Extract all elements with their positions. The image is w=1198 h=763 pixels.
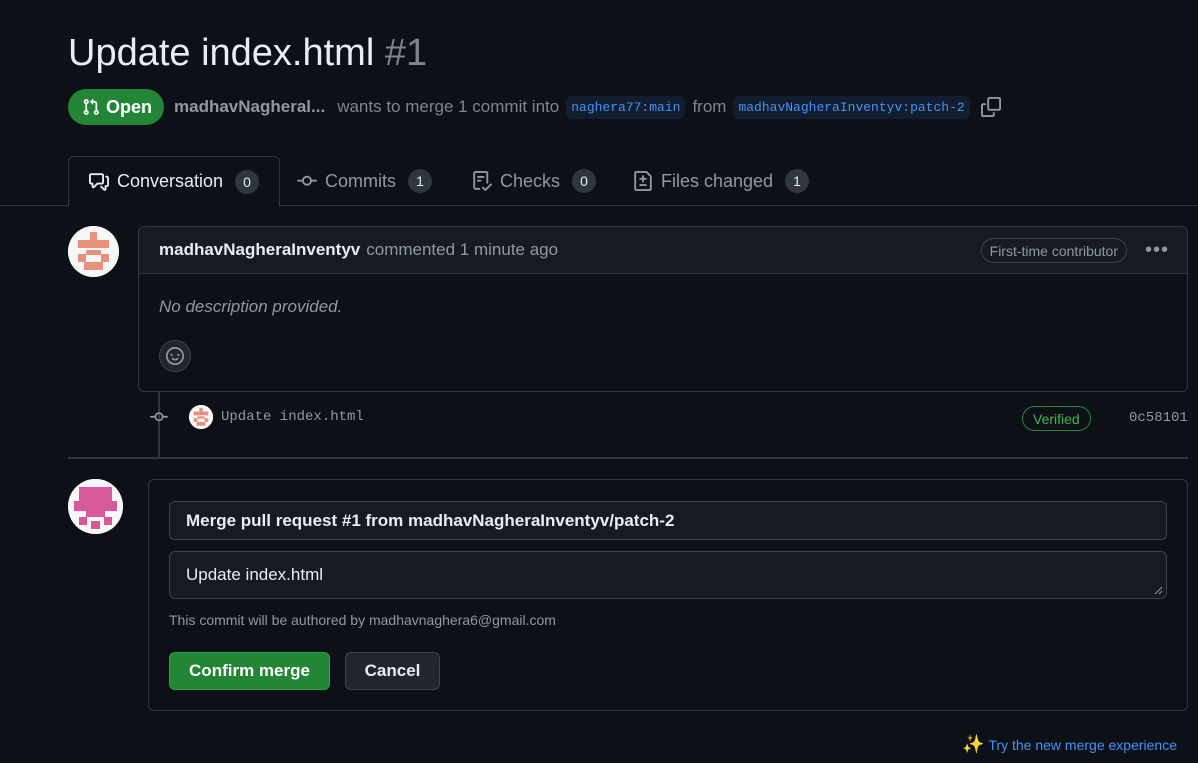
pr-author-link[interactable]: madhavNagheral... bbox=[174, 97, 325, 117]
tab-conversation-label: Conversation bbox=[117, 171, 224, 191]
try-new-merge-experience-link[interactable]: ✨ Try the new merge experience bbox=[962, 734, 1177, 755]
pr-description-comment: madhavNagheraInventyv commented 1 minute… bbox=[138, 226, 1188, 392]
status-badge: Open bbox=[68, 89, 165, 125]
comment-discussion-icon bbox=[89, 172, 109, 191]
commit-author-avatar[interactable] bbox=[189, 405, 213, 429]
cancel-button[interactable]: Cancel bbox=[345, 652, 440, 690]
commit-sha-link[interactable]: 0c58101 bbox=[1129, 410, 1188, 426]
copy-icon[interactable] bbox=[980, 97, 1001, 117]
identicon-avatar bbox=[68, 479, 123, 534]
tab-conversation[interactable]: Conversation 0 bbox=[68, 156, 281, 207]
avatar[interactable] bbox=[68, 479, 123, 534]
merge-commit-message-text: Update index.html bbox=[186, 565, 324, 584]
comment-author[interactable]: madhavNagheraInventyv bbox=[159, 240, 360, 260]
merge-commit-title-input[interactable]: Merge pull request #1 from madhavNaghera… bbox=[169, 501, 1167, 540]
pr-number: #1 bbox=[384, 32, 428, 74]
commit-message-link[interactable]: Update index.html bbox=[221, 409, 364, 425]
file-diff-icon bbox=[634, 171, 652, 191]
git-commit-icon bbox=[297, 175, 317, 186]
kebab-horizontal-icon[interactable]: ••• bbox=[1145, 239, 1169, 262]
comment-body: No description provided. bbox=[159, 297, 343, 316]
tab-checks-count: 0 bbox=[572, 169, 597, 193]
merge-commit-message-textarea[interactable]: Update index.html bbox=[169, 551, 1167, 599]
timeline-commit: Update index.html bbox=[189, 404, 364, 430]
pr-title: Update index.html #1 bbox=[68, 32, 427, 75]
head-branch[interactable]: madhavNagheraInventyv:patch-2 bbox=[733, 95, 970, 119]
pr-meta: Open madhavNagheral... wants to merge 1 … bbox=[68, 89, 1001, 125]
tab-files-changed-count: 1 bbox=[785, 169, 810, 193]
pull-request-icon bbox=[83, 98, 99, 115]
commit-author-note: This commit will be authored by madhavna… bbox=[169, 612, 556, 628]
tab-checks[interactable]: Checks 0 bbox=[472, 156, 597, 206]
checklist-icon bbox=[473, 171, 492, 191]
tab-commits-label: Commits bbox=[325, 170, 396, 191]
identicon-avatar bbox=[68, 226, 119, 277]
tab-checks-label: Checks bbox=[500, 170, 561, 191]
try-link-label: Try the new merge experience bbox=[988, 736, 1177, 753]
smiley-icon bbox=[166, 347, 184, 365]
confirm-merge-button[interactable]: Confirm merge bbox=[169, 652, 330, 690]
from-text: from bbox=[692, 97, 727, 116]
merge-description: wants to merge 1 commit into bbox=[337, 97, 560, 116]
tab-commits[interactable]: Commits 1 bbox=[297, 156, 432, 206]
pr-title-text: Update index.html bbox=[68, 32, 375, 74]
timeline-divider bbox=[68, 457, 1188, 459]
tab-files-changed-label: Files changed bbox=[661, 170, 774, 191]
tab-commits-count: 1 bbox=[408, 169, 432, 193]
pr-tabs: Conversation 0 Commits 1 Checks 0 Files … bbox=[0, 156, 1198, 207]
first-time-contributor-badge: First-time contributor bbox=[980, 238, 1127, 263]
verified-badge[interactable]: Verified bbox=[1022, 406, 1091, 431]
tab-conversation-count: 0 bbox=[235, 169, 260, 194]
git-commit-icon bbox=[150, 412, 168, 422]
resize-grip-icon[interactable] bbox=[1153, 585, 1163, 595]
comment-timestamp: commented 1 minute ago bbox=[366, 240, 559, 259]
sparkles-icon: ✨ bbox=[962, 734, 985, 754]
status-label: Open bbox=[106, 96, 153, 117]
avatar[interactable] bbox=[68, 226, 119, 277]
base-branch[interactable]: naghera77:main bbox=[566, 95, 686, 119]
identicon-avatar bbox=[189, 405, 213, 429]
add-reaction-button[interactable] bbox=[159, 340, 191, 372]
merge-form: Merge pull request #1 from madhavNaghera… bbox=[148, 479, 1188, 711]
comment-header: madhavNagheraInventyv commented 1 minute… bbox=[139, 227, 1187, 274]
tab-files-changed[interactable]: Files changed 1 bbox=[633, 156, 810, 206]
